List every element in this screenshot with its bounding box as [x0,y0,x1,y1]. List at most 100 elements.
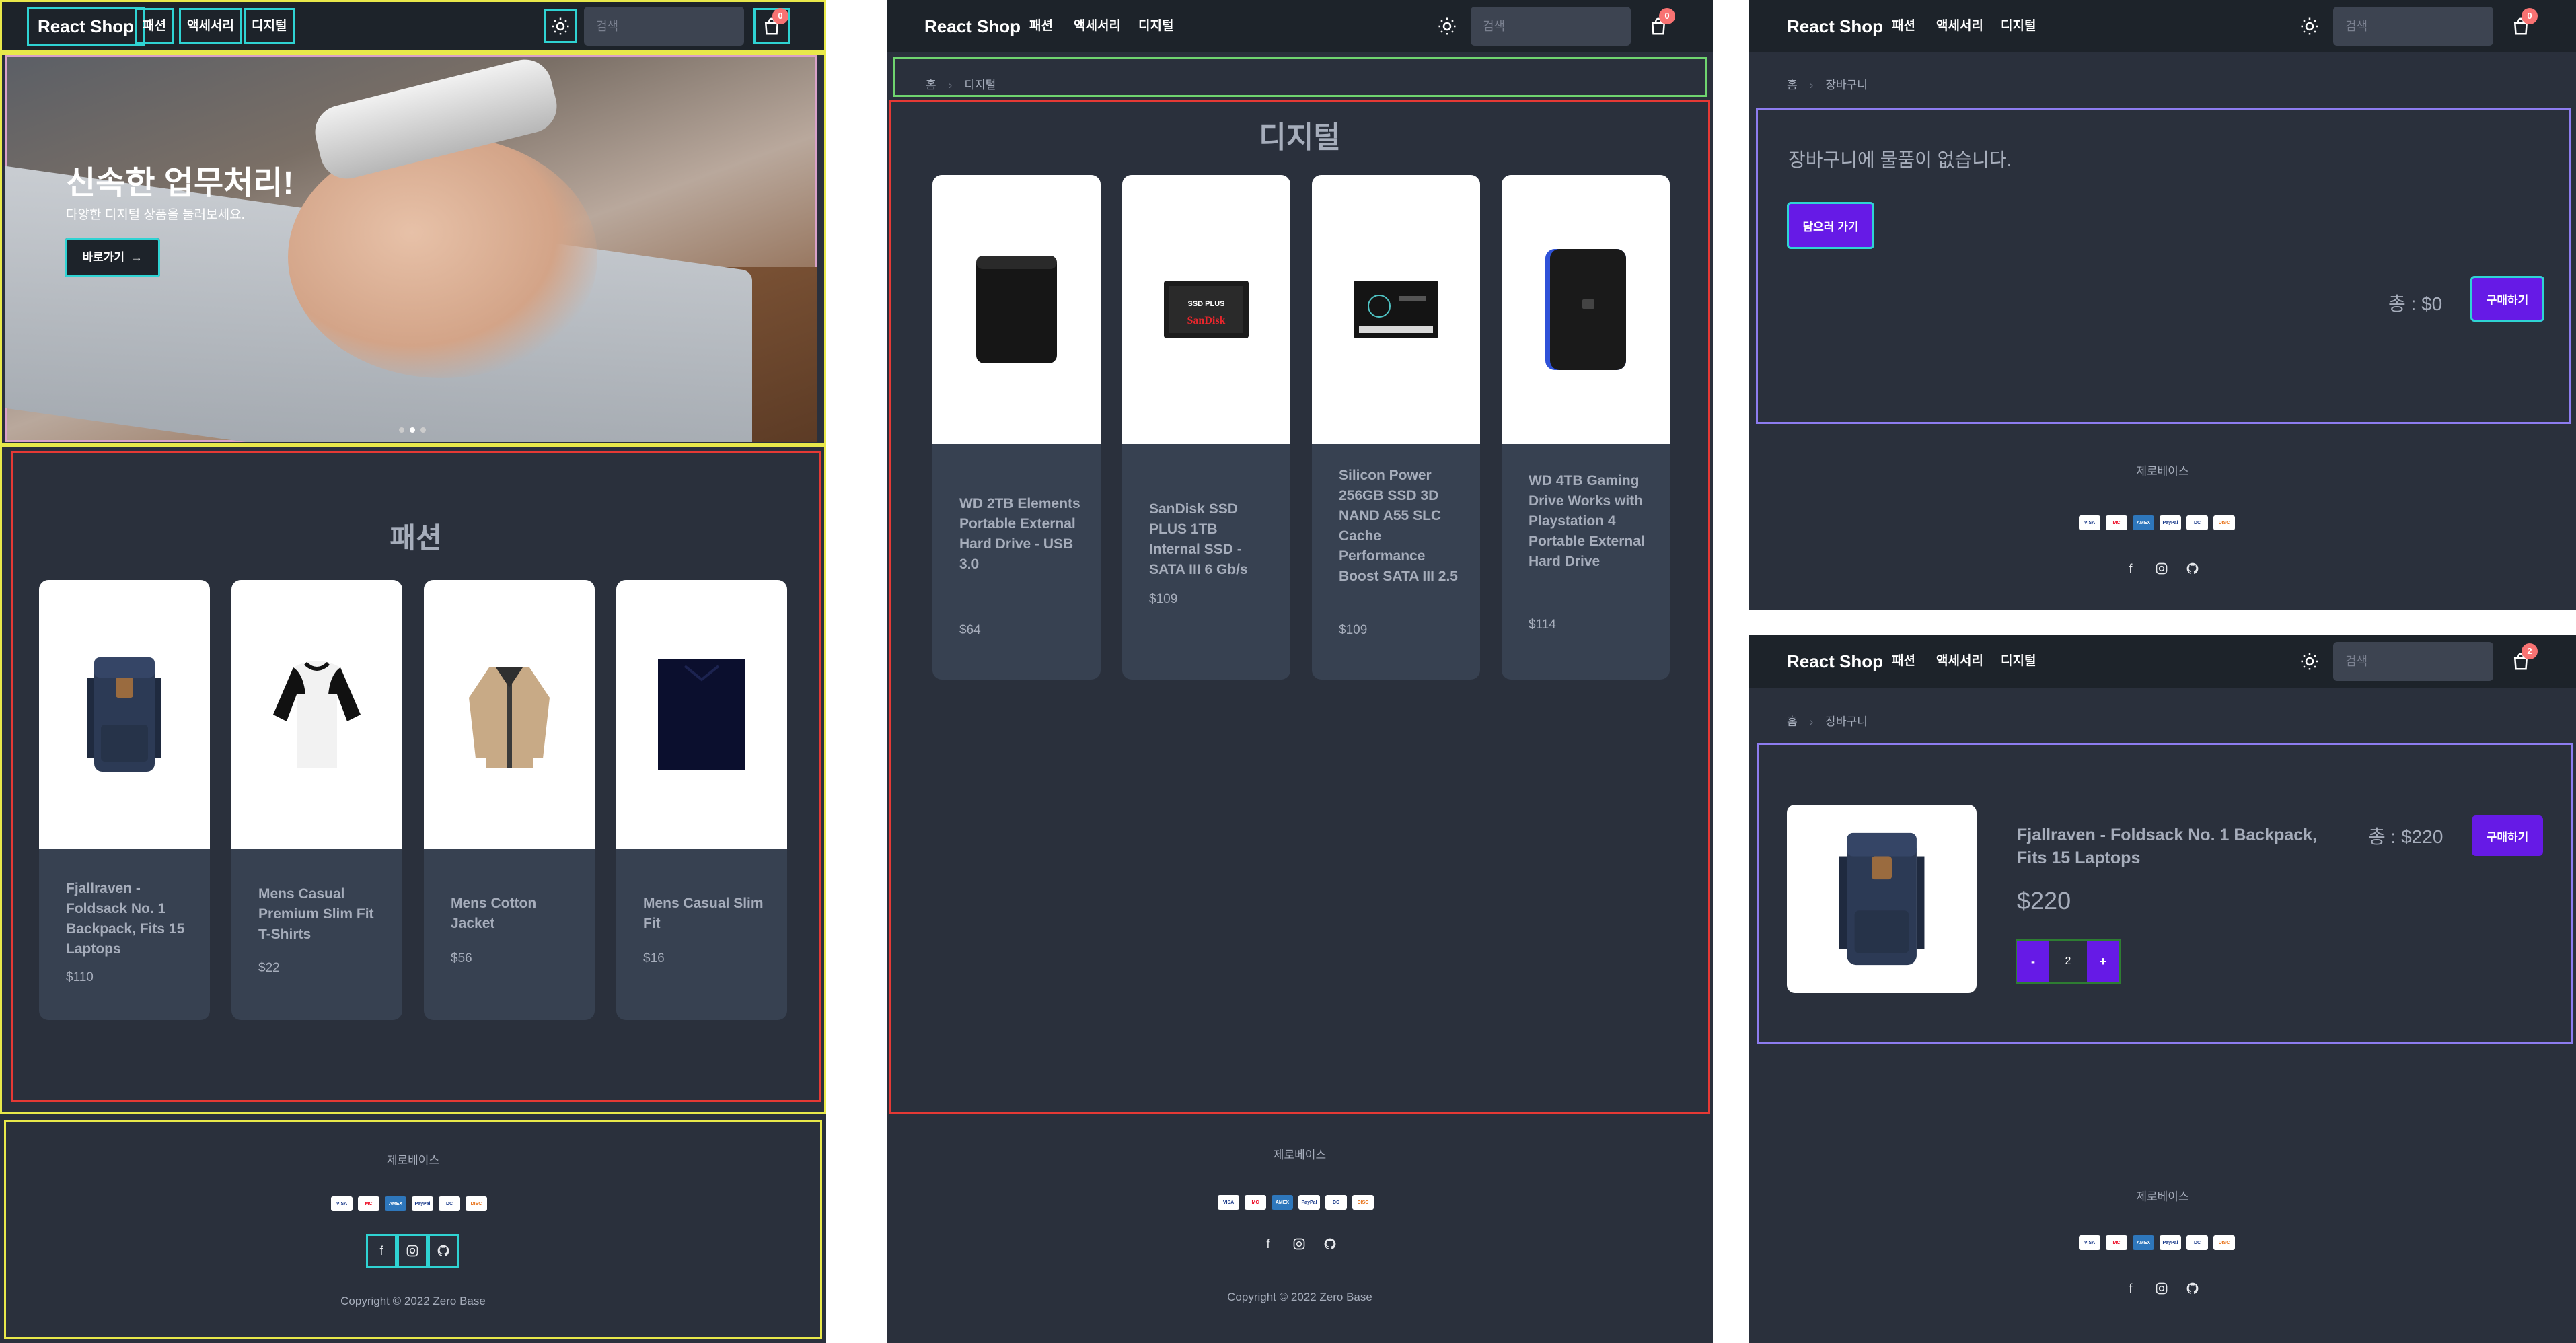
product-price: $109 [1149,592,1178,606]
cart-button[interactable]: 2 [2503,643,2539,680]
breadcrumb-home[interactable]: 홈 [926,79,936,92]
nav-link-digital[interactable]: 디지털 [1130,8,1181,44]
footer-company-name: 제로베이스 [2136,1190,2189,1203]
github-icon[interactable] [1315,1227,1346,1261]
brand-logo[interactable]: React Shop [1776,642,1894,681]
instagram-icon[interactable] [2146,1272,2177,1305]
facebook-icon[interactable]: f [366,1234,397,1268]
cart-item: Fjallraven - Foldsack No. 1 Backpack, Fi… [1757,743,2573,1044]
cart-content: 장바구니에 물품이 없습니다. 담으러 가기 총 : $0 구매하기 [1756,108,2571,424]
product-image [616,580,787,849]
nav-link-digital[interactable]: 디지털 [244,8,295,44]
backpack-image [1839,832,1925,966]
cart-button[interactable]: 0 [2503,8,2539,44]
go-shopping-button[interactable]: 담으러 가기 [1787,202,1874,249]
instagram-icon[interactable] [1284,1227,1315,1261]
carousel-dots [399,427,426,433]
search-input[interactable] [1471,7,1631,46]
arrow-right-icon: → [127,251,143,264]
hero-slide[interactable]: 신속한 업무처리! 다양한 디지털 상품을 둘러보세요. 바로가기 → [5,55,817,442]
product-price: $56 [451,951,472,966]
diners-club-icon: DC [1325,1195,1347,1210]
search-input[interactable] [2333,7,2493,46]
product-card-slim-fit[interactable]: Mens Casual Slim Fit $16 [616,580,787,1020]
product-image [231,580,402,849]
cart-count-badge: 0 [2522,8,2538,24]
nav-link-fashion[interactable]: 패션 [1884,643,1923,680]
instagram-icon[interactable] [397,1234,428,1268]
mastercard-icon: MC [358,1196,379,1211]
github-icon[interactable] [2177,552,2208,585]
quantity-stepper: - 2 + [2016,939,2121,984]
navbar: React Shop 패션 액세서리 디지털 2 [1749,635,2576,688]
facebook-icon[interactable]: f [2115,1272,2146,1305]
footer-company-name: 제로베이스 [2136,465,2189,478]
carousel-dot[interactable] [420,427,426,433]
brand-logo[interactable]: React Shop [1776,7,1894,46]
cart-item-image[interactable] [1787,805,1977,993]
nav-link-digital[interactable]: 디지털 [1993,643,2044,680]
diners-club-icon: DC [2186,515,2208,530]
carousel-dot-active[interactable] [410,427,415,433]
increase-quantity-button[interactable]: + [2087,941,2119,982]
product-card-sandisk[interactable]: SSD PLUS SanDisk SanDisk SSD PLUS 1TB Int… [1122,175,1290,680]
breadcrumb-home[interactable]: 홈 [1787,79,1798,92]
theme-toggle-button[interactable] [2293,645,2326,678]
nav-link-digital[interactable]: 디지털 [1993,8,2044,44]
product-card-silicon-power[interactable]: Silicon Power 256GB SSD 3D NAND A55 SLC … [1312,175,1480,680]
nav-link-fashion[interactable]: 패션 [135,8,174,44]
footer-copyright: Copyright © 2022 Zero Base [1227,1291,1372,1303]
hero-go-button-label: 바로가기 [82,251,125,264]
product-card-backpack[interactable]: Fjallraven - Foldsack No. 1 Backpack, Fi… [39,580,210,1020]
search-input[interactable] [2333,642,2493,681]
nav-link-accessory[interactable]: 액세서리 [179,8,242,44]
theme-toggle-button[interactable] [1430,9,1464,43]
digital-page-panel: React Shop 패션 액세서리 디지털 0 홈›디지털 디지털 WD 2T… [887,0,1713,1343]
decrease-quantity-button[interactable]: - [2017,941,2049,982]
github-icon[interactable] [428,1234,459,1268]
footer: 제로베이스 VISA MC AMEX PayPal DC DISC f [1749,431,2576,610]
breadcrumb: 홈 › 디지털 [926,79,996,92]
theme-toggle-button[interactable] [544,9,577,43]
visa-icon: VISA [2079,1235,2100,1250]
cart-button[interactable]: 0 [1640,8,1677,44]
nav-link-accessory[interactable]: 액세서리 [1928,8,1991,44]
social-links: f [1253,1227,1346,1261]
search-input[interactable] [584,7,744,46]
theme-toggle-button[interactable] [2293,9,2326,43]
brand-logo[interactable]: React Shop [27,7,145,46]
product-title: Mens Casual Slim Fit [643,896,764,931]
brand-logo[interactable]: React Shop [914,7,1031,46]
paypal-icon: PayPal [412,1196,433,1211]
diners-club-icon: DC [439,1196,460,1211]
product-price: $109 [1339,623,1368,637]
cart-item-title[interactable]: Fjallraven - Foldsack No. 1 Backpack, Fi… [2017,824,2347,869]
nav-link-accessory[interactable]: 액세서리 [1066,8,1129,44]
facebook-icon[interactable]: f [2115,552,2146,585]
discover-icon: DISC [466,1196,487,1211]
purchase-button[interactable]: 구매하기 [2470,276,2544,322]
product-card-wd-2tb[interactable]: WD 2TB Elements Portable External Hard D… [932,175,1101,680]
facebook-icon[interactable]: f [1253,1227,1284,1261]
sun-icon [552,17,569,35]
cart-button[interactable]: 0 [753,8,790,44]
product-card-wd-4tb[interactable]: WD 4TB Gaming Drive Works with Playstati… [1502,175,1670,680]
purchase-button[interactable]: 구매하기 [2472,815,2543,856]
navbar: React Shop 패션 액세서리 디지털 0 [0,0,826,52]
nav-link-accessory[interactable]: 액세서리 [1928,643,1991,680]
breadcrumb-home[interactable]: 홈 [1787,715,1798,728]
paypal-icon: PayPal [2160,1235,2181,1250]
product-card-tshirt[interactable]: Mens Casual Premium Slim Fit T-Shirts $2… [231,580,402,1020]
hero-go-button[interactable]: 바로가기 → [65,238,160,277]
visa-icon: VISA [331,1196,353,1211]
github-icon[interactable] [2177,1272,2208,1305]
carousel-dot[interactable] [399,427,404,433]
empty-cart-panel: React Shop 패션 액세서리 디지털 0 홈›장바구니 장바구니에 물품… [1749,0,2576,610]
nav-link-fashion[interactable]: 패션 [1021,8,1061,44]
cart-item-price: $220 [2017,887,2071,914]
instagram-icon[interactable] [2146,552,2177,585]
amex-icon: AMEX [2133,1235,2154,1250]
product-card-jacket[interactable]: Mens Cotton Jacket $56 [424,580,595,1020]
nav-link-fashion[interactable]: 패션 [1884,8,1923,44]
product-price: $114 [1529,618,1556,632]
